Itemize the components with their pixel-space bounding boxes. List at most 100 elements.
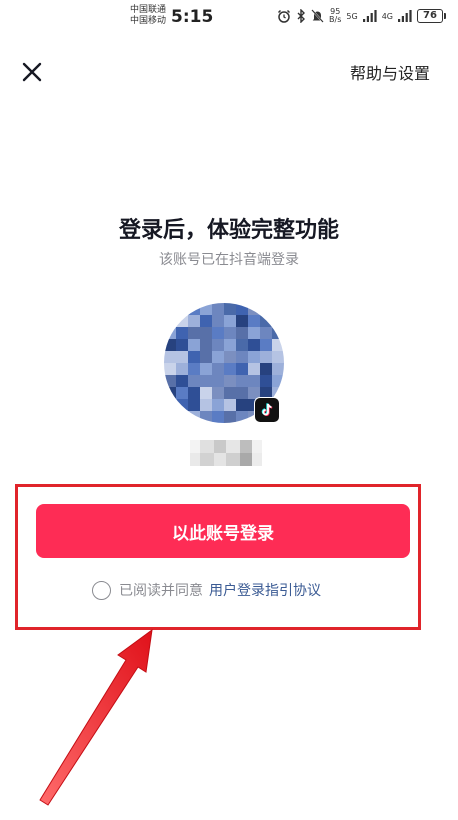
avatar-pixel: [164, 351, 176, 363]
avatar-pixel: [248, 351, 260, 363]
avatar-pixel: [200, 327, 212, 339]
avatar-pixel: [188, 327, 200, 339]
help-settings-link[interactable]: 帮助与设置: [350, 60, 430, 84]
avatar-pixel: [200, 399, 212, 411]
avatar-pixel: [188, 387, 200, 399]
network-1-label: 5G: [346, 11, 358, 21]
avatar-pixel: [224, 351, 236, 363]
bluetooth-icon: [296, 9, 306, 23]
avatar-pixel: [176, 375, 188, 387]
avatar-pixel: [248, 375, 260, 387]
avatar-pixel: [224, 411, 236, 423]
avatar-pixel: [212, 411, 224, 423]
avatar-pixel: [200, 315, 212, 327]
avatar-pixel: [212, 339, 224, 351]
avatar-pixel: [236, 315, 248, 327]
avatar-pixel: [212, 351, 224, 363]
carrier-1: 中国联通: [130, 5, 167, 15]
avatar-pixel: [224, 399, 236, 411]
avatar-pixel: [176, 399, 188, 411]
carrier-names: 中国联通 中国移动: [130, 5, 166, 27]
speed-unit: B/s: [329, 15, 342, 24]
avatar-pixel: [248, 339, 260, 351]
avatar-pixel: [236, 351, 248, 363]
avatar-pixel: [272, 375, 284, 387]
avatar-pixel: [272, 327, 284, 339]
avatar-pixel: [260, 375, 272, 387]
avatar-pixel: [272, 315, 284, 327]
avatar-pixel: [224, 387, 236, 399]
network-2-label: 4G: [381, 11, 393, 21]
avatar-pixel: [236, 303, 248, 315]
avatar-pixel: [188, 375, 200, 387]
avatar-pixel: [260, 315, 272, 327]
avatar-pixel: [164, 363, 176, 375]
annotation-highlight-box: [15, 484, 421, 630]
page-title: 登录后，体验完整功能: [118, 218, 339, 243]
avatar-pixel: [176, 351, 188, 363]
avatar-pixel: [212, 387, 224, 399]
avatar-pixel: [236, 411, 248, 423]
avatar-pixel: [200, 363, 212, 375]
close-button[interactable]: [16, 56, 48, 88]
carrier-2: 中国移动: [130, 16, 167, 26]
avatar-pixel: [188, 315, 200, 327]
avatar-pixel: [224, 315, 236, 327]
avatar-pixel: [188, 363, 200, 375]
avatar-pixel: [236, 375, 248, 387]
avatar-pixel: [200, 411, 212, 423]
avatar-pixel: [272, 339, 284, 351]
avatar-pixel: [188, 339, 200, 351]
avatar-pixel: [236, 339, 248, 351]
avatar-pixel: [200, 375, 212, 387]
avatar-pixel: [236, 327, 248, 339]
avatar-pixel: [260, 363, 272, 375]
avatar-pixel: [164, 387, 176, 399]
avatar-pixel: [236, 399, 248, 411]
avatar-pixel: [188, 411, 200, 423]
avatar-pixel: [164, 339, 176, 351]
network-2: 4G: [382, 12, 393, 21]
battery-icon: 76: [417, 9, 446, 23]
close-icon: [22, 62, 42, 82]
avatar-pixel: [164, 303, 176, 315]
avatar-pixel: [176, 387, 188, 399]
avatar-pixel: [248, 303, 260, 315]
avatar-pixel: [176, 411, 188, 423]
avatar-pixel: [236, 387, 248, 399]
avatar-pixel: [272, 303, 284, 315]
battery-tip: [444, 13, 446, 19]
avatar-pixel: [260, 351, 272, 363]
avatar-pixel: [176, 303, 188, 315]
avatar-pixel: [248, 327, 260, 339]
avatar-pixel: [212, 303, 224, 315]
alarm-icon: [277, 9, 291, 23]
avatar-pixel: [176, 363, 188, 375]
avatar-pixel: [212, 327, 224, 339]
avatar-pixel: [176, 315, 188, 327]
avatar-pixel: [164, 375, 176, 387]
avatar-pixel: [224, 327, 236, 339]
avatar-pixel: [272, 363, 284, 375]
avatar-pixel: [200, 339, 212, 351]
signal-1-icon: [362, 10, 377, 22]
nickname-blurred: [190, 440, 262, 466]
avatar-pixel: [188, 351, 200, 363]
avatar-pixel: [212, 399, 224, 411]
network-1: 5G: [346, 12, 357, 21]
page-subtitle: 该账号已在抖音端登录: [159, 252, 299, 268]
avatar-pixel: [200, 303, 212, 315]
avatar-pixel: [212, 375, 224, 387]
battery-level: 76: [417, 9, 443, 23]
avatar-pixel: [224, 303, 236, 315]
mute-icon: [311, 9, 324, 23]
avatar-pixel: [212, 315, 224, 327]
status-time: 5:15: [171, 7, 214, 27]
tiktok-logo-icon: [254, 397, 280, 423]
avatar-pixel: [224, 363, 236, 375]
signal-2-icon: [398, 10, 412, 22]
status-icons: 95 B/s 5G 4G 76: [277, 8, 446, 24]
avatar-pixel: [164, 411, 176, 423]
avatar-pixel: [224, 375, 236, 387]
avatar-pixel: [224, 339, 236, 351]
